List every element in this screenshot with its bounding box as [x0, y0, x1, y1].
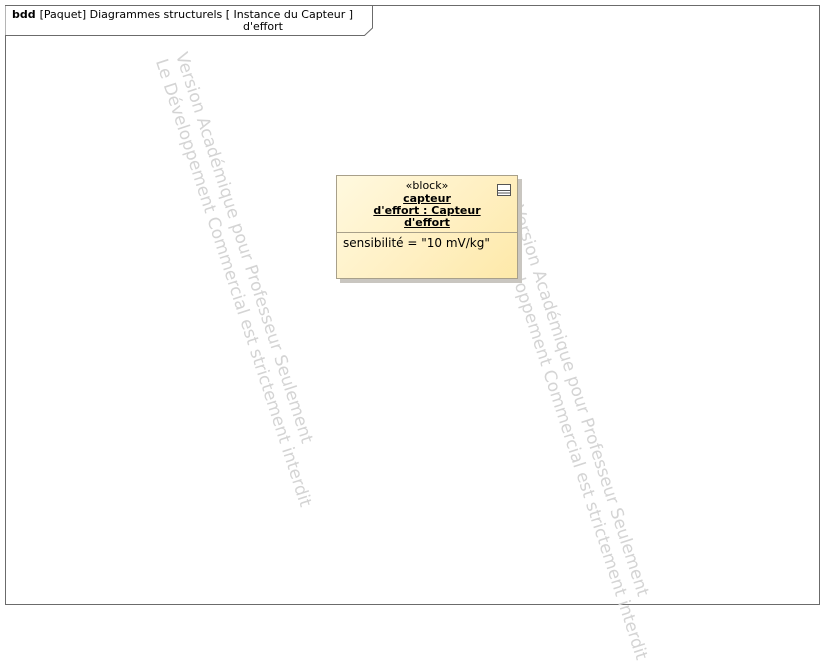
diagram-frame: [5, 5, 820, 605]
frame-title: bdd [Paquet] Diagrammes structurels [ Ins…: [12, 8, 353, 21]
frame-title-line2: d'effort: [243, 20, 283, 33]
block-capteur-effort[interactable]: «block» capteur d'effort : Capteur d'eff…: [336, 175, 518, 279]
attribute-sensibilite: sensibilité = "10 mV/kg": [343, 236, 490, 250]
block-name-line: d'effort: [404, 216, 450, 229]
diagram-kind: bdd: [12, 8, 36, 21]
compartment-divider: [337, 232, 517, 233]
block-instance-name: capteur d'effort : Capteur d'effort: [337, 193, 517, 229]
block-stereotype: «block»: [405, 179, 449, 192]
frame-title-line1: [Paquet] Diagrammes structurels [ Instan…: [39, 8, 354, 21]
